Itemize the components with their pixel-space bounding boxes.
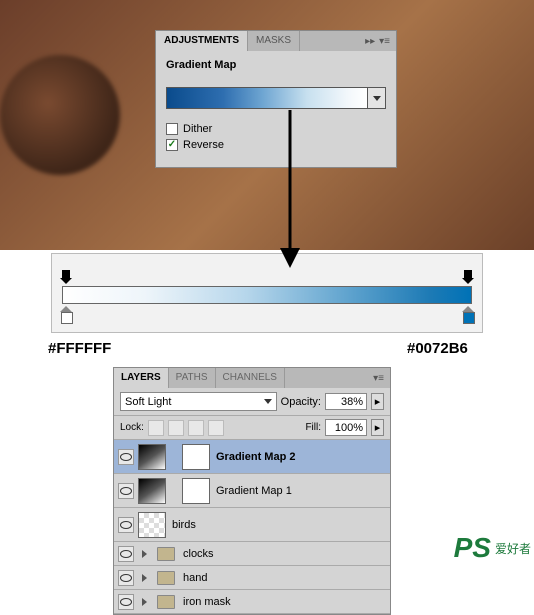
- tab-paths[interactable]: PATHS: [169, 368, 216, 388]
- gradient-preview[interactable]: [167, 88, 367, 108]
- layer-name: clocks: [181, 548, 214, 560]
- lock-transparency-icon[interactable]: [148, 420, 164, 436]
- checkbox-icon: [166, 123, 178, 135]
- tab-adjustments[interactable]: ADJUSTMENTS: [156, 31, 248, 51]
- blend-mode-dropdown[interactable]: Soft Light: [120, 392, 277, 411]
- layer-thumbnail: [138, 478, 166, 504]
- visibility-icon[interactable]: [118, 483, 134, 499]
- hex-left-label: #FFFFFF: [48, 340, 111, 357]
- layer-name: iron mask: [181, 596, 231, 608]
- opacity-stop-left[interactable]: [60, 270, 72, 284]
- watermark: PS 爱好者: [454, 532, 531, 564]
- layer-gradient-map-2[interactable]: Gradient Map 2: [114, 440, 390, 474]
- color-stop-right[interactable]: [462, 306, 474, 322]
- opacity-slider-btn[interactable]: ▸: [371, 393, 384, 410]
- panel-menu-icons[interactable]: ▸▸▾≡: [365, 36, 396, 47]
- layer-thumbnail: [138, 444, 166, 470]
- expand-arrow-icon[interactable]: [142, 574, 147, 582]
- layer-name: Gradient Map 2: [214, 451, 295, 463]
- folder-icon: [157, 571, 175, 585]
- folder-icon: [157, 547, 175, 561]
- tab-channels[interactable]: CHANNELS: [216, 368, 285, 388]
- visibility-icon[interactable]: [118, 594, 134, 610]
- lock-position-icon[interactable]: [188, 420, 204, 436]
- annotation-arrow-icon: [275, 110, 305, 270]
- opacity-field[interactable]: 38%: [325, 393, 367, 410]
- lock-label: Lock:: [120, 422, 144, 433]
- fill-field[interactable]: 100%: [325, 419, 367, 436]
- link-icon: [170, 486, 178, 496]
- gradient-bar[interactable]: [62, 286, 472, 304]
- layers-tabs: LAYERS PATHS CHANNELS ▾≡: [114, 368, 390, 388]
- mask-thumbnail: [182, 478, 210, 504]
- tab-masks[interactable]: MASKS: [248, 31, 300, 51]
- gradient-dropdown[interactable]: [166, 87, 386, 109]
- opacity-stop-right[interactable]: [462, 270, 474, 284]
- dither-label: Dither: [183, 123, 212, 135]
- gradient-editor: [51, 253, 483, 333]
- lock-all-icon[interactable]: [208, 420, 224, 436]
- visibility-icon[interactable]: [118, 517, 134, 533]
- layer-name: hand: [181, 572, 207, 584]
- layers-list: Gradient Map 2 Gradient Map 1 birds cloc…: [114, 440, 390, 614]
- panel-title: Gradient Map: [166, 59, 386, 71]
- opacity-label: Opacity:: [281, 396, 321, 408]
- layers-panel: LAYERS PATHS CHANNELS ▾≡ Soft Light Opac…: [113, 367, 391, 615]
- reverse-label: Reverse: [183, 139, 224, 151]
- watermark-ps: PS: [454, 532, 491, 564]
- tab-layers[interactable]: LAYERS: [114, 368, 169, 388]
- layer-name: birds: [170, 519, 196, 531]
- group-clocks[interactable]: clocks: [114, 542, 390, 566]
- color-stop-left[interactable]: [60, 306, 72, 322]
- layers-panel-menu-icon[interactable]: ▾≡: [367, 368, 390, 388]
- fill-label: Fill:: [305, 422, 321, 433]
- fill-slider-btn[interactable]: ▸: [371, 419, 384, 436]
- layer-gradient-map-1[interactable]: Gradient Map 1: [114, 474, 390, 508]
- visibility-icon[interactable]: [118, 570, 134, 586]
- blend-mode-value: Soft Light: [125, 396, 171, 408]
- link-icon: [170, 452, 178, 462]
- lock-pixels-icon[interactable]: [168, 420, 184, 436]
- group-hand[interactable]: hand: [114, 566, 390, 590]
- visibility-icon[interactable]: [118, 546, 134, 562]
- visibility-icon[interactable]: [118, 449, 134, 465]
- expand-arrow-icon[interactable]: [142, 550, 147, 558]
- folder-icon: [157, 595, 175, 609]
- mask-thumbnail: [182, 444, 210, 470]
- layer-thumbnail: [138, 512, 166, 538]
- layer-birds[interactable]: birds: [114, 508, 390, 542]
- hex-right-label: #0072B6: [407, 340, 468, 357]
- watermark-cn: 爱好者: [495, 540, 531, 557]
- group-iron-mask[interactable]: iron mask: [114, 590, 390, 614]
- gradient-dropdown-arrow[interactable]: [367, 88, 385, 108]
- expand-arrow-icon[interactable]: [142, 598, 147, 606]
- checkbox-checked-icon: [166, 139, 178, 151]
- layer-name: Gradient Map 1: [214, 485, 292, 497]
- adjustments-tabs: ADJUSTMENTS MASKS ▸▸▾≡: [156, 31, 396, 51]
